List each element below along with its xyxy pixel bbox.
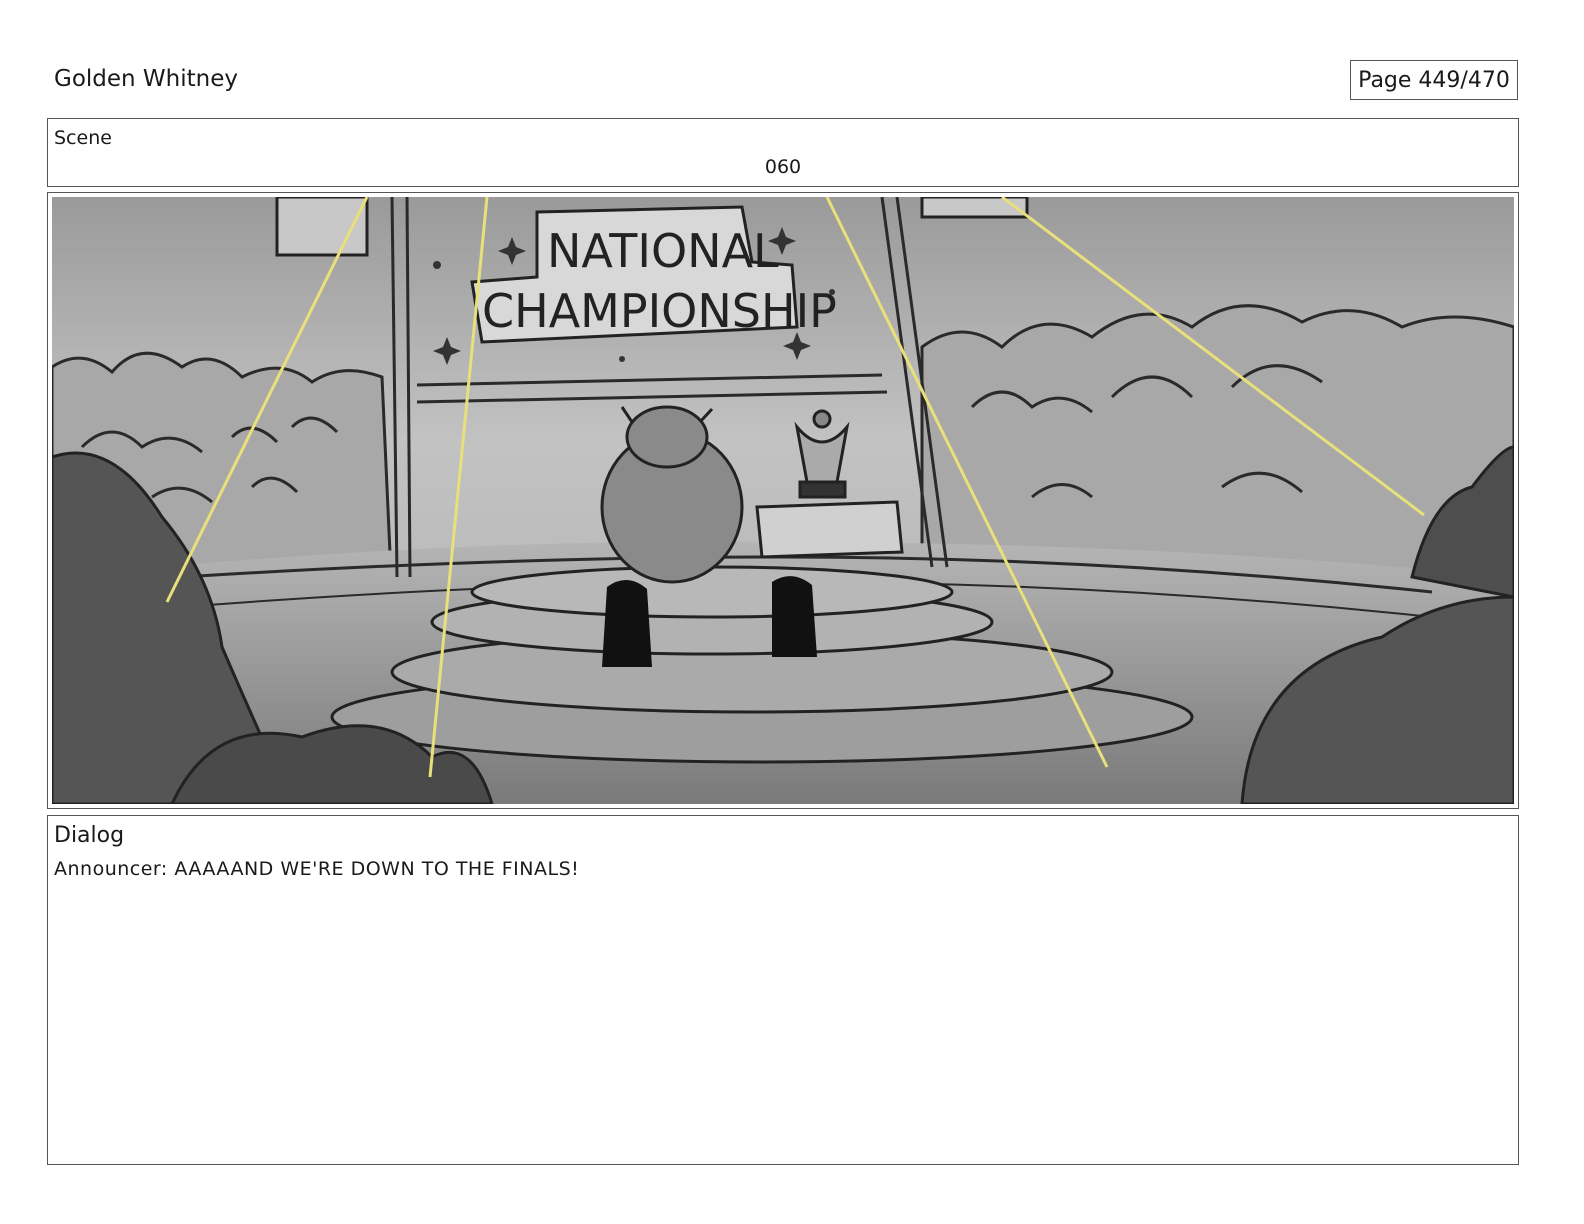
dialog-text: Announcer: AAAAAND WE'RE DOWN TO THE FIN…: [54, 858, 580, 880]
sign-line-national: NATIONAL: [547, 224, 779, 278]
project-title: Golden Whitney: [54, 66, 238, 92]
dialog-section: Dialog Announcer: AAAAAND WE'RE DOWN TO …: [47, 815, 1519, 1165]
scene-label: Scene: [54, 127, 112, 149]
dialog-label: Dialog: [54, 823, 125, 848]
sign-line-championship: CHAMPIONSHIP: [482, 284, 837, 338]
storyboard-drawing: NATIONAL CHAMPIONSHIP: [52, 197, 1514, 804]
scene-section: Scene 060: [47, 118, 1519, 187]
scene-number: 060: [764, 156, 802, 178]
storyboard-panel: NATIONAL CHAMPIONSHIP: [47, 192, 1519, 809]
page-counter: Page 449/470: [1350, 60, 1518, 100]
